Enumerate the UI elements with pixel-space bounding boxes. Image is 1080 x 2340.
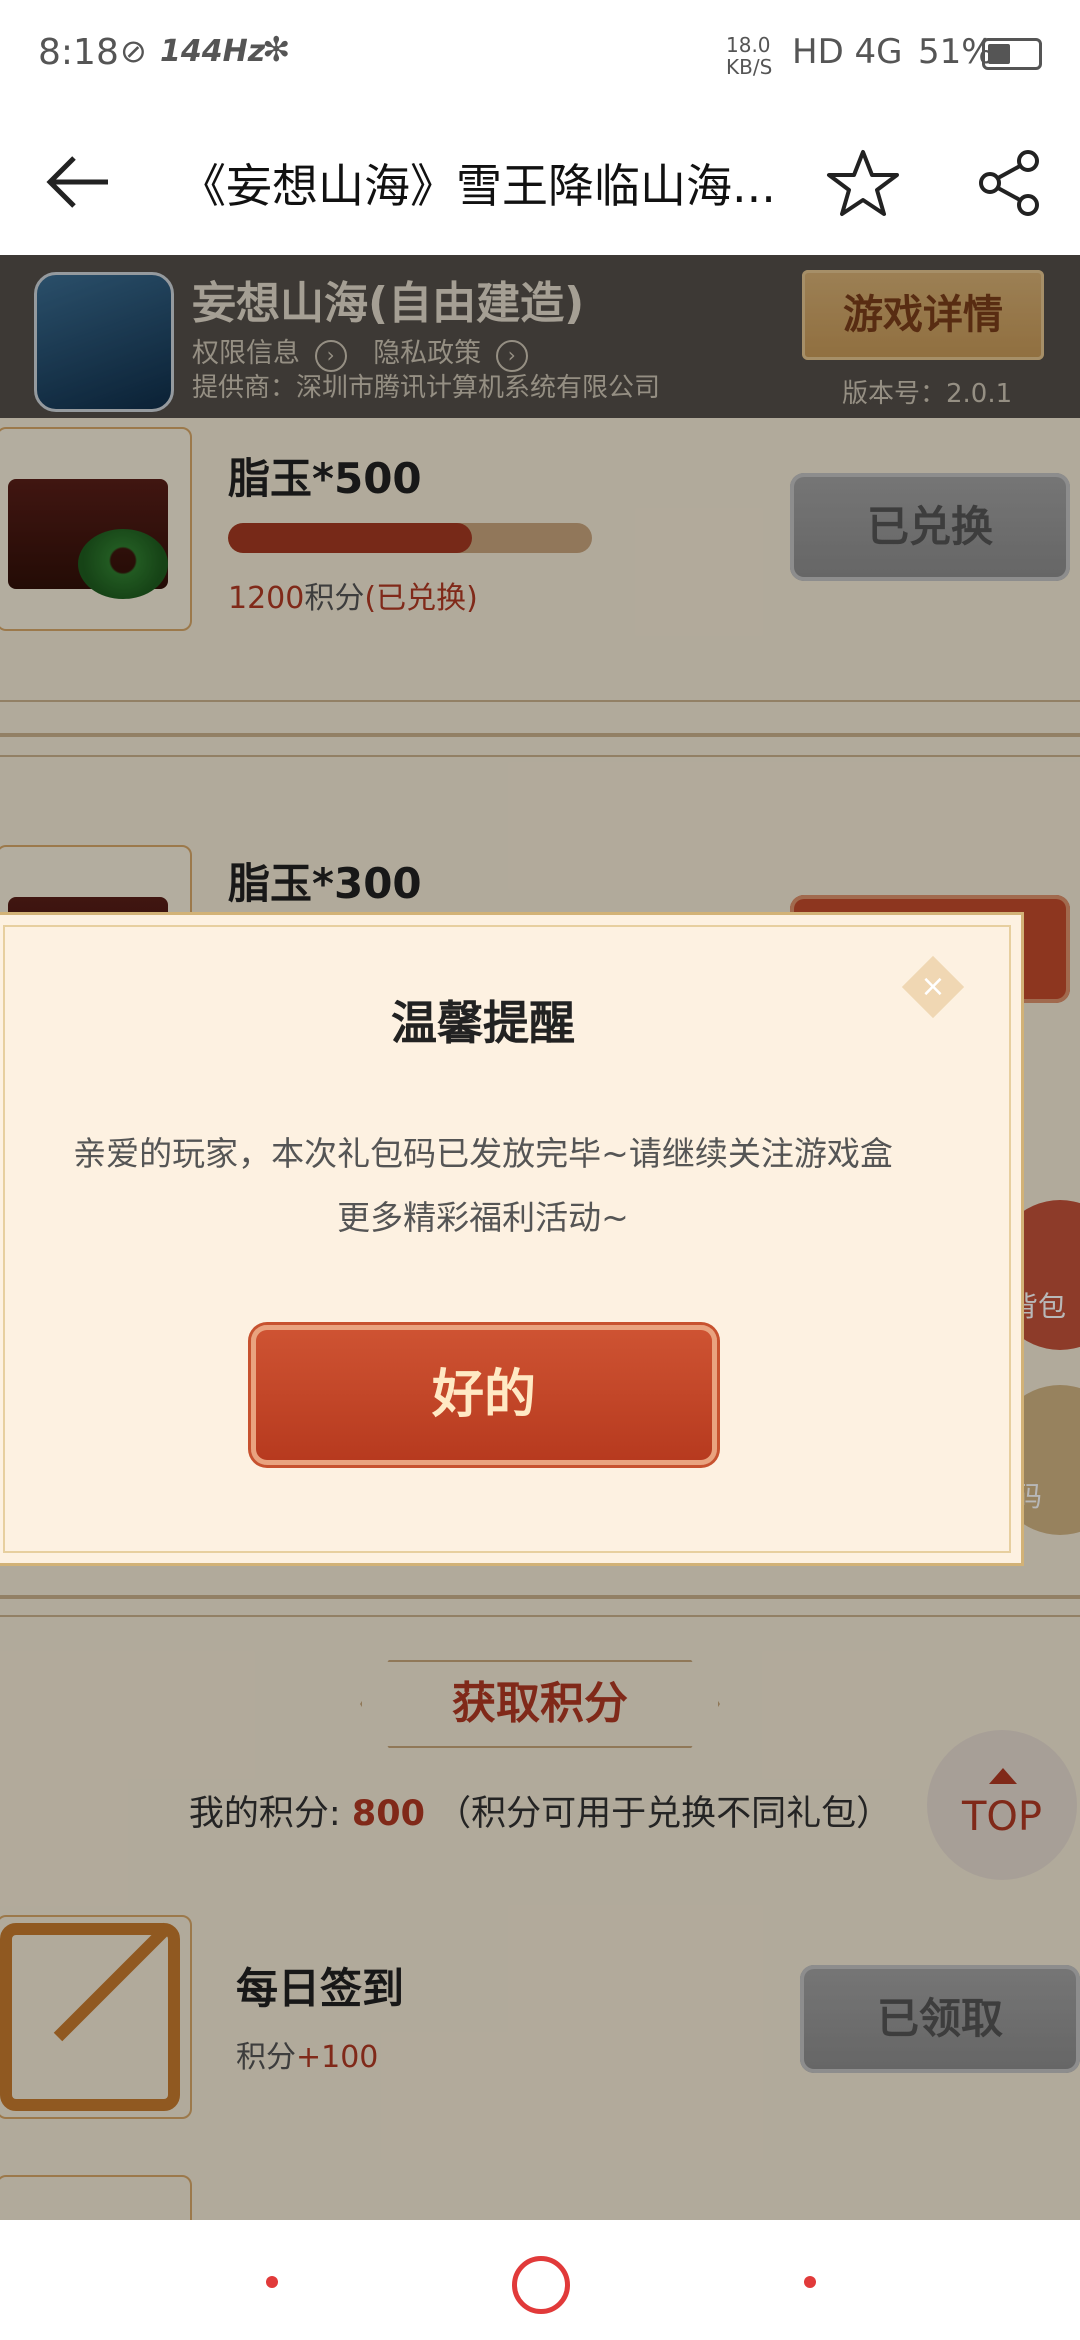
refresh-rate: 144Hz [160, 34, 266, 69]
share-icon [979, 150, 1039, 216]
back-arrow-icon [46, 156, 108, 208]
mute-icon: ⊘ [120, 32, 147, 70]
status-time: 8:18 [38, 32, 119, 73]
nav-home-button[interactable] [512, 2256, 570, 2314]
nav-back-button[interactable] [804, 2276, 816, 2288]
dialog-title: 温馨提醒 [391, 996, 575, 1050]
star-icon [827, 150, 899, 216]
status-bar: 8:18 ⊘ 144Hz ✻ 18.0 KB/S HD 4G 51% [0, 0, 1080, 110]
close-icon: × [920, 969, 946, 1004]
share-button[interactable] [975, 148, 1045, 218]
back-button[interactable] [44, 150, 114, 214]
dialog-message-line2: 更多精彩福利活动~ [337, 1198, 629, 1237]
dialog-message: 亲爱的玩家，本次礼包码已发放完毕~请继续关注游戏盒 [73, 1134, 893, 1173]
reminder-dialog: 温馨提醒 × 亲爱的玩家，本次礼包码已发放完毕~请继续关注游戏盒 更多精彩福利活… [0, 912, 1024, 1566]
nav-menu-button[interactable] [266, 2276, 278, 2288]
system-nav-bar [0, 2220, 1080, 2340]
network-speed: 18.0 KB/S [726, 33, 773, 79]
battery-icon [982, 38, 1042, 70]
favorite-button[interactable] [826, 148, 900, 218]
close-button[interactable]: × [901, 955, 965, 1019]
page-title: 《妄想山海》雪王降临山海... [180, 159, 776, 213]
network-type: HD 4G [792, 32, 903, 72]
app-header: 《妄想山海》雪王降临山海... [0, 110, 1080, 256]
ok-button[interactable]: 好的 [251, 1325, 717, 1465]
fan-icon: ✻ [262, 30, 291, 70]
